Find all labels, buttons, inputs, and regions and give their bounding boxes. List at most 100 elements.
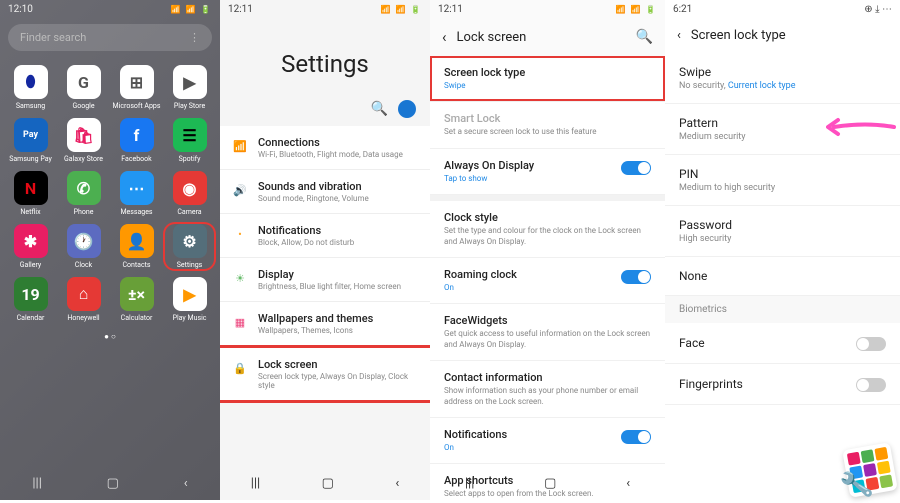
lock-setting-smart-lock[interactable]: Smart LockSet a secure screen lock to us… <box>430 102 665 148</box>
toggle[interactable] <box>621 161 651 175</box>
biometrics-header: Biometrics <box>665 296 900 323</box>
app-honeywell[interactable]: ⌂ Honeywell <box>59 277 108 322</box>
app-calendar[interactable]: 19Calendar <box>6 277 55 322</box>
lock-setting-clock-style[interactable]: Clock style Set the type and colour for t… <box>430 201 665 258</box>
app-icon: ☰ <box>173 118 207 152</box>
app-messages[interactable]: ⋯ Messages <box>112 171 161 216</box>
setting-title: Connections <box>258 136 418 149</box>
back-button[interactable]: ‹ <box>184 476 188 491</box>
wrench-icon: 🔧 <box>838 468 875 503</box>
search-icon[interactable]: 🔍 <box>371 101 388 117</box>
app-icon: ⋯ <box>120 171 154 205</box>
settings-list: 📶ConnectionsWi-Fi, Bluetooth, Flight mod… <box>220 126 430 403</box>
home-button[interactable]: ▢ <box>322 476 334 491</box>
app-camera[interactable]: ◉Camera <box>165 171 214 216</box>
app-settings[interactable]: ⚙Settings <box>165 224 214 269</box>
app-google[interactable]: GGoogle <box>59 65 108 110</box>
item-title: Clock style <box>444 211 651 224</box>
setting-wallpapers-and-themes[interactable]: ▦Wallpapers and themesWallpapers, Themes… <box>220 302 430 348</box>
lock-title: Password <box>679 218 886 232</box>
lock-setting-roaming-clock[interactable]: Roaming clockOn <box>430 258 665 304</box>
lock-option-password[interactable]: Password High security <box>665 206 900 257</box>
lock-option-none[interactable]: None <box>665 257 900 296</box>
item-sub: Show information such as your phone numb… <box>444 386 651 407</box>
item-sub: Tap to show <box>444 174 651 184</box>
app-galaxy-store[interactable]: 🛍Galaxy Store <box>59 118 108 163</box>
app-samsung[interactable]: ⬮Samsung <box>6 65 55 110</box>
lock-setting-facewidgets[interactable]: FaceWidgetsGet quick access to useful in… <box>430 304 665 361</box>
setting-lock-screen[interactable]: 🔒Lock screenScreen lock type, Always On … <box>220 348 430 403</box>
account-avatar[interactable]: 👤 <box>398 100 416 118</box>
setting-display[interactable]: ☀DisplayBrightness, Blue light filter, H… <box>220 258 430 302</box>
lock-setting-notifications[interactable]: NotificationsOn <box>430 418 665 464</box>
search-icon[interactable]: 🔍 <box>636 29 653 45</box>
fingerprints-toggle[interactable] <box>856 378 886 392</box>
app-gallery[interactable]: ✱Gallery <box>6 224 55 269</box>
more-icon[interactable]: ⋮ <box>189 31 200 44</box>
back-button[interactable]: ‹ <box>626 476 630 491</box>
app-contacts[interactable]: 👤 Contacts <box>112 224 161 269</box>
setting-connections[interactable]: 📶ConnectionsWi-Fi, Bluetooth, Flight mod… <box>220 126 430 170</box>
app-samsung-pay[interactable]: PaySamsung Pay <box>6 118 55 163</box>
item-sub: Set the type and colour for the clock on… <box>444 226 651 247</box>
home-button[interactable]: ▢ <box>544 476 556 491</box>
setting-sub: Block, Allow, Do not disturb <box>258 238 418 247</box>
recents-button[interactable]: ||| <box>32 476 42 491</box>
item-sub: On <box>444 443 651 453</box>
recents-button[interactable]: ||| <box>251 476 261 491</box>
status-bar: 12:10 📶 📶 🔋 <box>0 0 220 18</box>
annotation-arrow <box>826 116 896 142</box>
finder-search[interactable]: Finder search ⋮ <box>8 24 212 51</box>
app-play-store[interactable]: ▶Play Store <box>165 65 214 110</box>
setting-sounds-and-vibration[interactable]: 🔊Sounds and vibrationSound mode, Rington… <box>220 170 430 214</box>
lock-sub: No security, Current lock type <box>679 81 886 91</box>
home-button[interactable]: ▢ <box>107 476 119 491</box>
lock-option-swipe[interactable]: Swipe No security, Current lock type <box>665 53 900 104</box>
item-sub: Get quick access to useful information o… <box>444 329 651 350</box>
app-label: Messages <box>120 208 152 216</box>
home-screen-panel: 12:10 📶 📶 🔋 Finder search ⋮ ⬮SamsungGGoo… <box>0 0 220 500</box>
app-label: Honeywell <box>67 314 99 322</box>
toggle[interactable] <box>621 430 651 444</box>
setting-notifications[interactable]: •NotificationsBlock, Allow, Do not distu… <box>220 214 430 258</box>
recents-button[interactable]: ||| <box>465 476 475 491</box>
lock-option-pin[interactable]: PIN Medium to high security <box>665 155 900 206</box>
app-netflix[interactable]: NNetflix <box>6 171 55 216</box>
item-title: Screen lock type <box>444 66 651 79</box>
app-label: Contacts <box>122 261 150 269</box>
app-facebook[interactable]: fFacebook <box>112 118 161 163</box>
status-bar: 6:21 ⊕ ⤓ ⋯ <box>665 0 900 18</box>
app-spotify[interactable]: ☰Spotify <box>165 118 214 163</box>
back-button[interactable]: ‹ <box>395 476 399 491</box>
header-title: Screen lock type <box>691 28 786 43</box>
lock-screen-panel: 12:11 📶 📶 🔋 ‹ Lock screen 🔍 Screen lock … <box>430 0 665 500</box>
lock-setting-contact-information[interactable]: Contact informationShow information such… <box>430 361 665 418</box>
app-clock[interactable]: 🕐Clock <box>59 224 108 269</box>
status-time: 12:11 <box>228 4 253 15</box>
biometric-fingerprints[interactable]: Fingerprints <box>665 364 900 405</box>
app-icon: N <box>14 171 48 205</box>
app-phone[interactable]: ✆Phone <box>59 171 108 216</box>
app-icon: ⌂ <box>67 277 101 311</box>
item-title: Always On Display <box>444 159 651 172</box>
app-icon: 👤 <box>120 224 154 258</box>
biometric-face[interactable]: Face <box>665 323 900 364</box>
app-label: Samsung <box>16 102 45 110</box>
page-dots: ● ○ <box>0 332 220 341</box>
back-icon[interactable]: ‹ <box>442 28 447 46</box>
back-icon[interactable]: ‹ <box>677 28 681 43</box>
lock-setting-always-on-display[interactable]: Always On Display Tap to show <box>430 149 665 195</box>
app-label: Clock <box>75 261 92 269</box>
toggle[interactable] <box>621 270 651 284</box>
app-calculator[interactable]: ±×Calculator <box>112 277 161 322</box>
app-microsoft-apps[interactable]: ⊞Microsoft Apps <box>112 65 161 110</box>
status-icons: 📶 📶 🔋 <box>171 5 212 14</box>
app-play-music[interactable]: ▶Play Music <box>165 277 214 322</box>
item-sub: Swipe <box>444 81 651 91</box>
lock-setting-screen-lock-type[interactable]: Screen lock type Swipe <box>430 56 665 102</box>
face-toggle[interactable] <box>856 337 886 351</box>
lock-type-header: ‹ Screen lock type <box>665 18 900 53</box>
setting-title: Lock screen <box>258 358 418 371</box>
status-icons: 📶 📶 🔋 <box>381 5 422 14</box>
app-icon: ⚙ <box>173 224 207 258</box>
